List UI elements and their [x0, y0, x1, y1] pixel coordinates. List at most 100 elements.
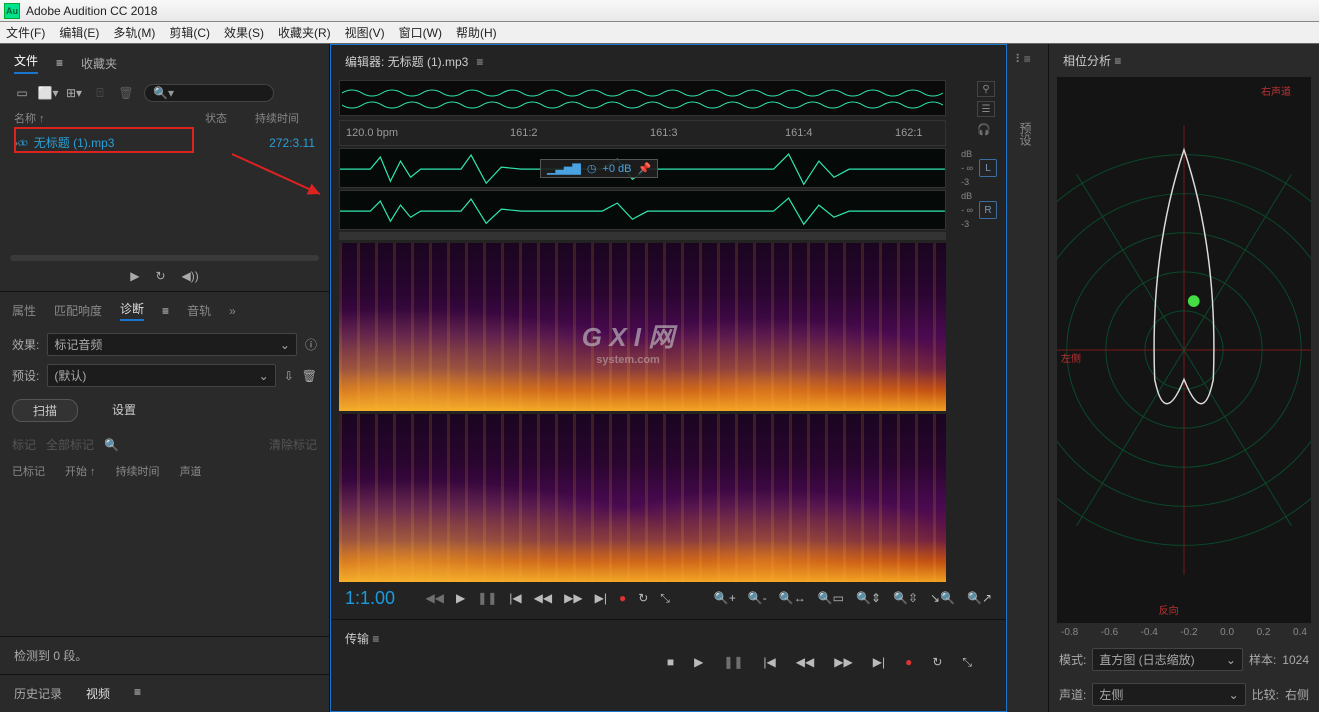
settings-button[interactable]: 设置 — [92, 399, 156, 422]
col-channel[interactable]: 声道 — [180, 463, 202, 479]
tab-match-loudness[interactable]: 匹配响度 — [54, 302, 102, 319]
loop-icon[interactable]: ↻ — [638, 591, 648, 606]
menu-help[interactable]: 帮助(H) — [456, 24, 497, 41]
editor-title: 编辑器: 无标题 (1).mp3 — [345, 53, 468, 70]
menu-view[interactable]: 视图(V) — [345, 24, 385, 41]
spectrogram-right[interactable]: Hz10k6k4k2k1k — [339, 414, 946, 582]
spectrogram-left[interactable]: G X I 网 system.com Hz10k6k4k2k1k — [339, 243, 946, 411]
menu-multitrack[interactable]: 多轨(M) — [113, 24, 155, 41]
panel-menu-icon[interactable]: ⠇≡ — [1007, 44, 1048, 74]
tab-favorites[interactable]: 收藏夹 — [81, 55, 117, 72]
overview-waveform[interactable]: ⚲ ☰ — [339, 80, 946, 116]
skip-icon[interactable]: ⤡ — [962, 655, 972, 670]
col-status[interactable]: 状态 — [205, 110, 255, 126]
tab-diagnostics[interactable]: 诊断 — [120, 300, 144, 321]
channel-l-badge[interactable]: L — [979, 159, 997, 177]
menu-window[interactable]: 窗口(W) — [399, 24, 442, 41]
scan-button[interactable]: 扫描 — [12, 399, 78, 422]
search-icon: 🔍▾ — [153, 86, 174, 100]
clear-mark-button[interactable]: 清除标记 — [269, 436, 317, 453]
record-icon[interactable]: ⬜▾ — [40, 86, 56, 100]
skip-icon[interactable]: ⤡ — [660, 591, 670, 606]
play-icon[interactable]: ▶ — [130, 269, 139, 283]
volume-bars-icon: ▁▃▅▇ — [547, 162, 581, 175]
headphones-icon[interactable]: 🎧 — [977, 123, 995, 141]
zoom-out-icon[interactable]: 🔍- — [748, 591, 767, 606]
tab-audiotrack[interactable]: 音轨 — [187, 302, 211, 319]
col-name[interactable]: 名称 ↑ — [14, 110, 205, 126]
info-icon[interactable]: ⓘ — [305, 336, 317, 353]
menu-effects[interactable]: 效果(S) — [224, 24, 264, 41]
open-folder-icon[interactable]: ▭ — [14, 86, 30, 100]
tab-properties[interactable]: 属性 — [12, 302, 36, 319]
mark-button[interactable]: 标记 — [12, 436, 36, 453]
zoom-tool-icon[interactable]: ⚲ — [977, 81, 995, 97]
loop-icon[interactable]: ↻ — [932, 655, 942, 670]
loop-icon[interactable]: ↻ — [155, 269, 165, 283]
effect-select[interactable]: 标记音频⌄ — [47, 333, 297, 356]
stop-icon[interactable]: ■ — [667, 655, 674, 670]
search-icon[interactable]: 🔍 — [104, 438, 119, 452]
forward-icon[interactable]: ▶▶ — [834, 655, 852, 670]
timecode[interactable]: 1:1.00 — [345, 588, 395, 609]
new-multitrack-icon[interactable]: ⊞▾ — [66, 86, 82, 100]
channel-select[interactable]: 左侧⌄ — [1092, 683, 1245, 706]
zoom-point-in-icon[interactable]: ↘🔍 — [930, 591, 955, 606]
files-header: 名称 ↑ 状态 持续时间 — [0, 106, 329, 130]
preset-select[interactable]: (默认)⌄ — [47, 364, 275, 387]
pin-icon[interactable]: 📌 — [638, 162, 652, 175]
zoom-point-out-icon[interactable]: 🔍↗ — [967, 591, 992, 606]
time-ruler[interactable]: 120.0 bpm 161:2 161:3 161:4 162:1 🎧 — [339, 120, 946, 146]
zoom-out-v-icon[interactable]: 🔍⇳ — [893, 591, 918, 606]
phase-scope[interactable]: 右声道 左侧 反向 — [1057, 77, 1311, 623]
zoom-full-icon[interactable]: 🔍↔ — [779, 591, 806, 606]
col-start[interactable]: 开始 ↑ — [65, 463, 96, 479]
menu-clip[interactable]: 剪辑(C) — [169, 24, 210, 41]
insert-icon[interactable]: ⍐ — [92, 86, 108, 100]
menu-file[interactable]: 文件(F) — [6, 24, 45, 41]
pause-icon[interactable]: ❚❚ — [477, 591, 497, 606]
prev-icon[interactable]: |◀ — [509, 591, 521, 606]
save-preset-icon[interactable]: ⇩ — [284, 369, 294, 383]
mode-select[interactable]: 直方图 (日志缩放)⌄ — [1092, 648, 1243, 671]
goto-start-icon[interactable]: ◀◀ — [425, 591, 443, 606]
zoom-in-v-icon[interactable]: 🔍⇕ — [856, 591, 881, 606]
menu-edit[interactable]: 编辑(E) — [59, 24, 99, 41]
prev-icon[interactable]: |◀ — [763, 655, 775, 670]
mark-all-button[interactable]: 全部标记 — [46, 436, 94, 453]
menu-favorites[interactable]: 收藏夹(R) — [278, 24, 331, 41]
list-view-icon[interactable]: ☰ — [977, 101, 995, 117]
overflow-icon[interactable]: » — [229, 304, 236, 318]
phase-panel: 相位分析 ≡ 右声道 左侧 反向 -0.8-0.6-0.4 — [1049, 44, 1319, 712]
waveform-right[interactable]: dB- ∞-3 R — [339, 190, 946, 230]
zoom-in-icon[interactable]: 🔍+ — [714, 591, 736, 606]
search-input[interactable]: 🔍▾ — [144, 84, 274, 102]
rewind-icon[interactable]: ◀◀ — [796, 655, 814, 670]
rewind-icon[interactable]: ◀◀ — [534, 591, 552, 606]
timecode-bar: 1:1.00 ◀◀ ▶ ❚❚ |◀ ◀◀ ▶▶ ▶| ● ↻ ⤡ 🔍+ 🔍- 🔍… — [331, 582, 1006, 615]
next-icon[interactable]: ▶| — [595, 591, 607, 606]
play-icon[interactable]: ▶ — [456, 591, 465, 606]
trash-icon[interactable]: 🗑 — [118, 86, 134, 100]
preset-tab[interactable]: 预设 — [1007, 74, 1044, 194]
record-icon[interactable]: ● — [905, 655, 912, 670]
pause-icon[interactable]: ❚❚ — [723, 655, 743, 670]
volume-indicator[interactable]: ▁▃▅▇ ◷ +0 dB 📌 — [540, 159, 658, 178]
col-marked[interactable]: 已标记 — [12, 463, 45, 479]
autoplay-icon[interactable]: ◀)) — [182, 269, 199, 283]
next-icon[interactable]: ▶| — [873, 655, 885, 670]
waveform-left[interactable]: ▁▃▅▇ ◷ +0 dB 📌 dB- ∞-3 L — [339, 148, 946, 188]
play-icon[interactable]: ▶ — [694, 655, 703, 670]
col-duration[interactable]: 持续时间 — [255, 110, 315, 126]
zoom-sel-icon[interactable]: 🔍▭ — [818, 591, 844, 606]
record-icon[interactable]: ● — [619, 591, 626, 606]
hscroll[interactable] — [339, 232, 946, 240]
channel-r-badge[interactable]: R — [979, 201, 997, 219]
delete-preset-icon[interactable]: 🗑 — [302, 369, 317, 383]
tab-history[interactable]: 历史记录 — [14, 685, 62, 702]
tab-video[interactable]: 视频 — [86, 685, 110, 702]
forward-icon[interactable]: ▶▶ — [564, 591, 582, 606]
tab-files[interactable]: 文件 — [14, 52, 38, 74]
col-duration[interactable]: 持续时间 — [116, 463, 160, 479]
file-row[interactable]: › ⧞ 无标题 (1).mp3 272:3.11 — [0, 130, 329, 155]
